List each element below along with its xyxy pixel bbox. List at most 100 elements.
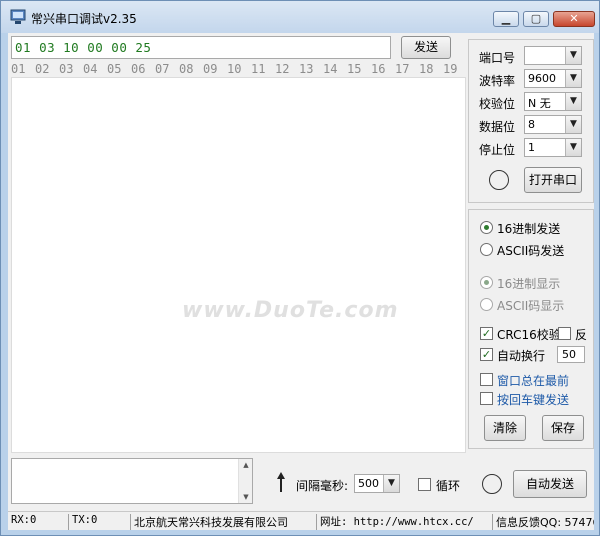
auto-newline-checkbox[interactable]: ✓ — [480, 348, 493, 361]
auto-send-label: 自动发送 — [525, 477, 574, 491]
hex-send-radio[interactable] — [480, 221, 493, 234]
app-icon — [10, 9, 26, 24]
loop-label[interactable]: 循环 — [436, 477, 460, 494]
feedback-qq: 信息反馈QQ: 57476 — [492, 514, 594, 530]
auto-newline-label[interactable]: 自动换行 — [497, 347, 545, 364]
parity-select[interactable]: N 无 ▼ — [524, 92, 582, 111]
scroll-up-icon[interactable]: ▲ — [239, 461, 253, 469]
maximize-button[interactable]: ▢ — [523, 11, 549, 27]
client-area: 01 03 10 00 00 25 发送 01 02 03 04 05 06 0… — [8, 33, 594, 530]
ascii-send-label[interactable]: ASCII码发送 — [497, 242, 564, 259]
newline-count-value: 50 — [562, 348, 576, 361]
ruler-index: 07 — [155, 62, 170, 76]
interval-value: 500 — [358, 477, 379, 490]
databits-select[interactable]: 8 ▼ — [524, 115, 582, 134]
ascii-display-radio[interactable] — [480, 298, 493, 311]
port-status-led — [489, 170, 509, 190]
parity-value: N 无 — [528, 97, 551, 110]
ruler-index: 11 — [251, 62, 266, 76]
ruler-index: 01 — [11, 62, 26, 76]
chevron-down-icon: ▼ — [565, 116, 581, 133]
baud-select[interactable]: 9600 ▼ — [524, 69, 582, 88]
newline-count-input[interactable]: 50 — [557, 346, 585, 363]
arrow-up-icon — [277, 472, 285, 492]
chevron-down-icon: ▼ — [565, 93, 581, 110]
ascii-display-label[interactable]: ASCII码显示 — [497, 297, 564, 314]
vertical-scrollbar[interactable]: ▲ ▼ — [238, 459, 252, 503]
crc16-checkbox[interactable]: ✓ — [480, 327, 493, 340]
hex-display-label[interactable]: 16进制显示 — [497, 275, 560, 292]
ruler-index: 12 — [275, 62, 290, 76]
ruler-index: 09 — [203, 62, 218, 76]
scroll-down-icon: ▼ — [243, 493, 249, 501]
close-button[interactable]: ✕ — [553, 11, 595, 27]
parity-label: 校验位 — [479, 97, 516, 111]
send-data-input[interactable]: 01 03 10 00 00 25 — [11, 36, 391, 59]
enter-send-label[interactable]: 按回车键发送 — [497, 391, 569, 408]
chevron-down-icon: ▼ — [565, 70, 581, 87]
always-top-label[interactable]: 窗口总在最前 — [497, 372, 569, 389]
company-name: 北京航天常兴科技发展有限公司 — [130, 514, 316, 530]
ruler-index: 05 — [107, 62, 122, 76]
hex-send-label[interactable]: 16进制发送 — [497, 220, 560, 237]
ruler-index: 14 — [323, 62, 338, 76]
clear-button[interactable]: 清除 — [484, 415, 526, 441]
serial-settings-panel: 端口号 ▼ 波特率 9600 ▼ 校验位 N 无 ▼ 数据位 8 ▼ 停止位 1… — [468, 39, 594, 203]
open-port-label: 打开串口 — [528, 173, 577, 187]
auto-send-text-area[interactable]: ▲ ▼ — [11, 458, 253, 504]
close-icon: ✕ — [569, 12, 579, 25]
receive-data-area[interactable]: www.DuoTe.com — [11, 77, 466, 453]
interval-select[interactable]: 500 ▼ — [354, 474, 400, 493]
ruler-index: 17 — [395, 62, 410, 76]
app-window: 常兴串口调试v2.35 ▁ ▢ ✕ 01 03 10 00 00 25 发送 0… — [0, 0, 600, 536]
hex-display-radio[interactable] — [480, 276, 493, 289]
window-title: 常兴串口调试v2.35 — [31, 12, 137, 26]
ruler-index: 10 — [227, 62, 242, 76]
maximize-icon: ▢ — [530, 12, 542, 25]
send-button[interactable]: 发送 — [401, 36, 451, 59]
stopbits-value: 1 — [528, 141, 535, 154]
ruler-index: 19 — [443, 62, 458, 76]
ruler-index: 03 — [59, 62, 74, 76]
send-button-label: 发送 — [413, 40, 438, 54]
minimize-icon: ▁ — [501, 12, 511, 25]
ruler-index: 04 — [83, 62, 98, 76]
chevron-down-icon: ▼ — [565, 139, 581, 156]
interval-label: 间隔毫秒: — [296, 479, 349, 493]
stopbits-select[interactable]: 1 ▼ — [524, 138, 582, 157]
tx-counter: TX:0 — [68, 514, 130, 530]
ruler-index: 16 — [371, 62, 386, 76]
save-label: 保存 — [550, 421, 575, 435]
ruler-index: 15 — [347, 62, 362, 76]
save-button[interactable]: 保存 — [542, 415, 584, 441]
clear-label: 清除 — [492, 421, 517, 435]
chevron-down-icon: ▼ — [383, 475, 399, 492]
enter-send-checkbox[interactable] — [480, 392, 493, 405]
ruler-index: 18 — [419, 62, 434, 76]
open-port-button[interactable]: 打开串口 — [524, 167, 582, 193]
status-bar: RX:0 TX:0 北京航天常兴科技发展有限公司 网址: http://www.… — [8, 511, 594, 530]
always-top-checkbox[interactable] — [480, 373, 493, 386]
ruler-index: 13 — [299, 62, 314, 76]
databits-label: 数据位 — [479, 120, 516, 134]
website-link[interactable]: 网址: http://www.htcx.cc/ — [316, 514, 492, 530]
reverse-checkbox[interactable] — [558, 327, 571, 340]
databits-value: 8 — [528, 118, 535, 131]
chevron-down-icon: ▼ — [565, 47, 581, 64]
baud-value: 9600 — [528, 72, 556, 85]
auto-send-led — [482, 474, 502, 494]
rx-counter: RX:0 — [11, 514, 37, 526]
baud-label: 波特率 — [479, 74, 516, 88]
stopbits-label: 停止位 — [479, 143, 516, 157]
send-data-value: 01 03 10 00 00 25 — [15, 40, 152, 55]
watermark: www.DuoTe.com — [182, 298, 399, 323]
loop-checkbox[interactable] — [418, 478, 431, 491]
auto-send-button[interactable]: 自动发送 — [513, 470, 587, 498]
ascii-send-radio[interactable] — [480, 243, 493, 256]
port-select[interactable]: ▼ — [524, 46, 582, 65]
title-bar[interactable]: 常兴串口调试v2.35 ▁ ▢ ✕ — [1, 1, 599, 33]
minimize-button[interactable]: ▁ — [493, 11, 519, 27]
ruler-index: 08 — [179, 62, 194, 76]
crc16-label[interactable]: CRC16校验 — [497, 326, 561, 343]
reverse-label[interactable]: 反 — [575, 326, 587, 343]
